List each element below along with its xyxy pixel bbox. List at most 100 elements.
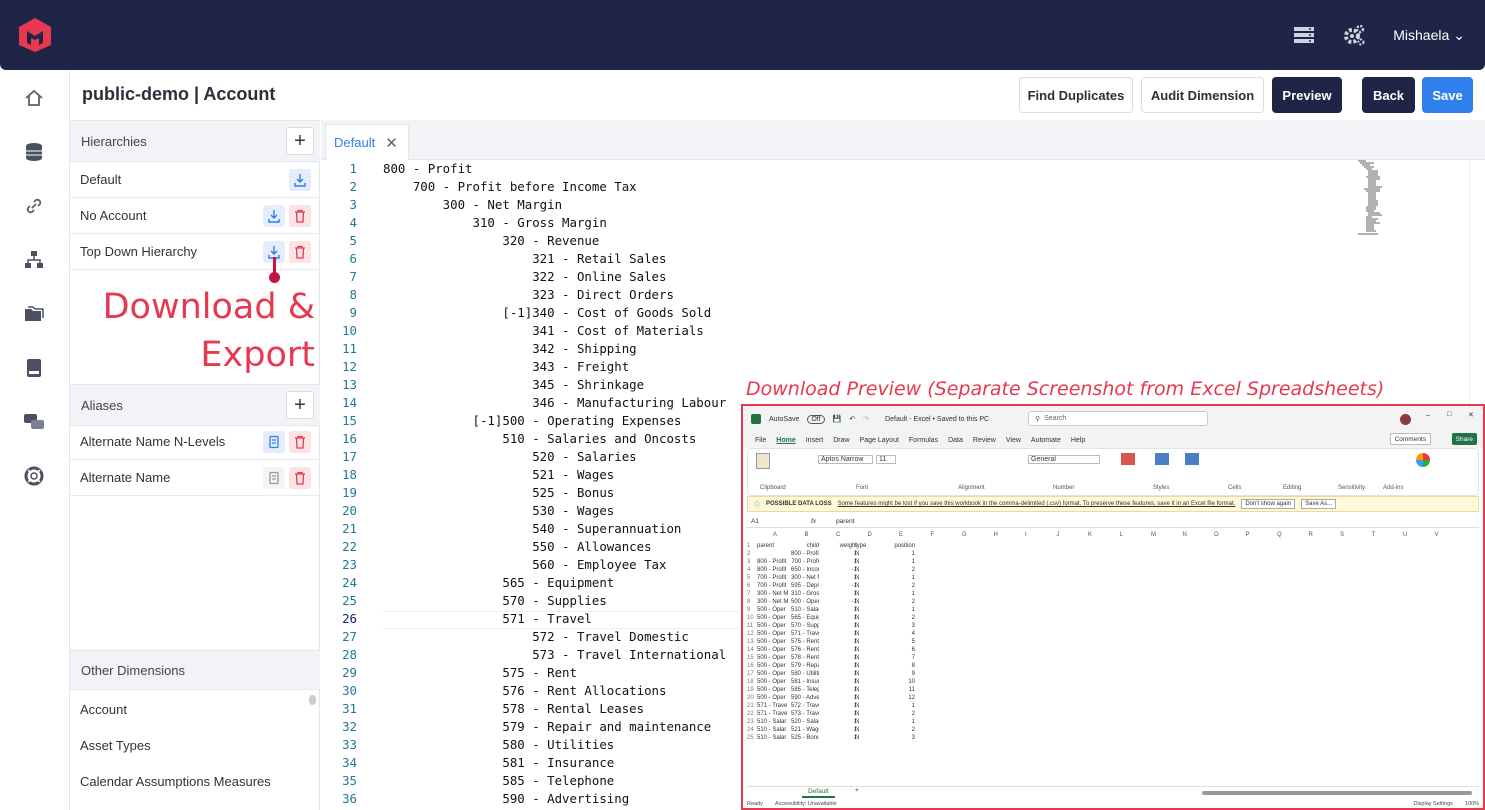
hierarchy-item-label: Default bbox=[80, 172, 122, 187]
add-alias-button[interactable]: + bbox=[286, 391, 314, 419]
bookmark-icon[interactable] bbox=[263, 431, 285, 453]
excel-cell: N bbox=[855, 583, 860, 589]
column-header: R bbox=[1308, 532, 1313, 538]
excel-cell: 2 bbox=[911, 727, 915, 733]
column-header: J bbox=[1056, 532, 1060, 538]
download-icon[interactable] bbox=[289, 169, 311, 191]
dimension-item-account[interactable]: Account bbox=[70, 691, 305, 727]
line-number: 19 bbox=[342, 485, 357, 500]
ribbon-group-label: Add-ins bbox=[1383, 485, 1404, 491]
line-number: 25 bbox=[342, 593, 357, 608]
row-number: 10 bbox=[747, 615, 754, 621]
row-number: 9 bbox=[747, 607, 751, 613]
server-icon[interactable] bbox=[1293, 24, 1315, 46]
close-icon[interactable]: ✕ bbox=[385, 134, 398, 152]
save-icon: 💾 bbox=[832, 416, 842, 423]
app-logo-icon[interactable] bbox=[18, 17, 52, 53]
hierarchies-label: Hierarchies bbox=[81, 133, 147, 149]
line-number: 16 bbox=[342, 431, 357, 446]
excel-cell: type bbox=[855, 543, 867, 549]
add-hierarchy-button[interactable]: + bbox=[286, 127, 314, 155]
row-number: 6 bbox=[747, 583, 751, 589]
trash-icon[interactable] bbox=[289, 241, 311, 263]
find-duplicates-button[interactable]: Find Duplicates bbox=[1019, 77, 1133, 113]
editor-minimap[interactable] bbox=[1356, 160, 1416, 240]
excel-row: 20 500 - Oper 590 - Adve 1 N 12 bbox=[747, 694, 1477, 702]
line-text: 573 - Travel International bbox=[383, 647, 727, 662]
alias-item-alternate-name[interactable]: Alternate Name bbox=[70, 460, 320, 496]
excel-cell: 578 - Rent bbox=[791, 655, 819, 661]
book-icon[interactable] bbox=[23, 357, 45, 379]
trash-icon[interactable] bbox=[289, 205, 311, 227]
hierarchy-icon[interactable] bbox=[23, 249, 45, 271]
column-header: S bbox=[1340, 532, 1345, 538]
preview-button[interactable]: Preview bbox=[1272, 77, 1342, 113]
excel-status-bar: Ready Accessibility: Unavailable Display… bbox=[747, 799, 1479, 808]
excel-cell: 1 bbox=[853, 623, 857, 629]
excel-cell: 521 - Wage bbox=[791, 727, 819, 733]
excel-cell: 573 - Trave bbox=[791, 711, 819, 717]
line-number: 6 bbox=[349, 251, 357, 266]
help-lifebuoy-icon[interactable] bbox=[23, 465, 45, 487]
excel-cell: 500 - Oper bbox=[757, 623, 786, 629]
folders-icon[interactable] bbox=[23, 303, 45, 325]
excel-cell: N bbox=[855, 599, 860, 605]
download-icon[interactable] bbox=[263, 205, 285, 227]
back-button[interactable]: Back bbox=[1362, 77, 1415, 113]
scrollbar[interactable] bbox=[309, 695, 316, 705]
save-button[interactable]: Save bbox=[1422, 77, 1473, 113]
user-menu[interactable]: Mishaela ⌄ bbox=[1393, 27, 1465, 44]
line-number: 9 bbox=[349, 305, 357, 320]
user-name: Mishaela bbox=[1393, 27, 1450, 43]
row-number: 7 bbox=[747, 591, 751, 597]
dont-show-again-button: Don't show again bbox=[1241, 499, 1296, 509]
trash-icon[interactable] bbox=[289, 467, 311, 489]
page-title: public-demo | Account bbox=[82, 84, 276, 104]
aliases-header: Aliases + bbox=[70, 384, 320, 426]
status-display-settings: Display Settings bbox=[1413, 801, 1453, 807]
excel-file-title: Default - Excel • Saved to this PC bbox=[885, 415, 990, 423]
bookmark-icon[interactable] bbox=[263, 467, 285, 489]
column-header: H bbox=[993, 532, 998, 538]
hierarchy-item-no-account[interactable]: No Account bbox=[70, 198, 320, 234]
line-text: 341 - Cost of Materials bbox=[383, 323, 704, 338]
excel-menu-item: Data bbox=[948, 436, 963, 444]
excel-row: 13 500 - Oper 575 - Rent 1 N 5 bbox=[747, 638, 1477, 646]
line-text: 521 - Wages bbox=[383, 467, 615, 482]
excel-cell: 1 bbox=[853, 663, 857, 669]
audit-dimension-button[interactable]: Audit Dimension bbox=[1141, 77, 1264, 113]
format-as-table-icon bbox=[1155, 453, 1169, 465]
excel-cell: 500 - Oper bbox=[757, 615, 786, 621]
column-header: D bbox=[867, 532, 872, 538]
row-number: 4 bbox=[747, 567, 751, 573]
line-number: 30 bbox=[342, 683, 357, 698]
excel-cell: N bbox=[855, 647, 860, 653]
search-icon: ⚲ bbox=[1035, 415, 1041, 423]
column-header: P bbox=[1245, 532, 1250, 538]
home-icon[interactable] bbox=[23, 87, 45, 109]
link-icon[interactable] bbox=[23, 195, 45, 217]
line-number: 28 bbox=[342, 647, 357, 662]
excel-cell: 800 - Profit bbox=[791, 551, 819, 557]
column-header: N bbox=[1182, 532, 1187, 538]
hierarchy-item-default[interactable]: Default bbox=[70, 162, 320, 198]
excel-preview-screenshot: AutoSave Off 💾 ↶ ↷ Default - Excel • Sav… bbox=[741, 404, 1485, 810]
trash-icon[interactable] bbox=[289, 431, 311, 453]
name-box: A1 bbox=[751, 517, 759, 525]
excel-cell: 1 bbox=[853, 615, 857, 621]
hierarchy-item-top-down[interactable]: Top Down Hierarchy bbox=[70, 234, 320, 270]
database-icon[interactable] bbox=[23, 141, 45, 163]
excel-cell: 510 - Salar bbox=[757, 727, 787, 733]
dimension-item-calendar[interactable]: Calendar Assumptions Measures bbox=[70, 763, 305, 799]
excel-row: 10 500 - Oper 565 - Equip 1 N 2 bbox=[747, 614, 1477, 622]
status-zoom: 100% bbox=[1464, 801, 1479, 807]
tab-default[interactable]: Default ✕ bbox=[325, 124, 409, 160]
column-header: Q bbox=[1277, 532, 1282, 538]
alias-item-n-levels[interactable]: Alternate Name N-Levels bbox=[70, 424, 320, 460]
chat-icon[interactable] bbox=[23, 411, 45, 433]
row-number: 25 bbox=[747, 735, 754, 741]
settings-gears-icon[interactable] bbox=[1343, 24, 1365, 46]
excel-cell: 1 bbox=[911, 719, 915, 725]
excel-cell: 1 bbox=[853, 735, 857, 741]
dimension-item-asset-types[interactable]: Asset Types bbox=[70, 727, 305, 763]
